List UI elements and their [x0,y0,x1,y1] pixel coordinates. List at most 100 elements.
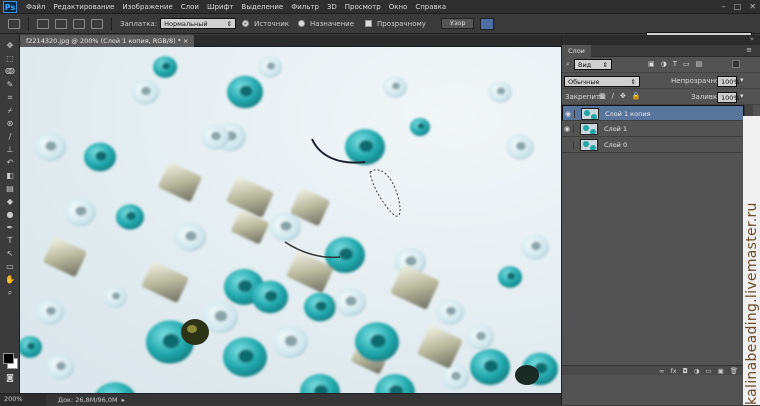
shape-tool-icon[interactable]: ▭ [4,262,16,272]
status-arrow-icon[interactable]: ▸ [122,396,125,404]
eye-icon[interactable]: ◉ [565,110,575,118]
destination-label: Назначение [310,19,355,28]
panel-menu-icon[interactable]: ≡ [746,46,752,54]
foreground-color-swatch[interactable] [3,353,14,364]
filter-icons[interactable]: ▣◑T▭▤ [648,60,708,68]
kind-select[interactable]: Вид ⇕ [574,59,612,70]
divider [111,16,112,31]
image-canvas[interactable] [20,47,561,393]
menu-item-0[interactable]: Файл [22,0,49,14]
eraser-icon[interactable]: ◧ [4,171,16,181]
photoshop-logo: Ps [3,1,17,13]
layer-thumbnail [580,139,598,151]
chevron-down-icon: ⇕ [226,19,233,28]
window-controls: – □ ✕ [722,2,756,11]
folder-icon[interactable]: ▭ [705,367,711,375]
search-icon: ⌕ [566,60,570,68]
gradient-icon[interactable]: ▤ [4,184,16,194]
opacity-value: 100% [721,77,740,86]
hand-tool-icon[interactable]: ✋ [4,275,16,285]
source-radio[interactable] [242,20,250,27]
layers-list: ◉ Слой 1 копия ◉ Слой 1 Слой 0 [562,105,760,379]
destination-radio[interactable] [298,20,306,27]
menu-item-1[interactable]: Редактирование [49,0,118,14]
lock-icons[interactable]: ▦∕✥🔒 [599,92,647,100]
filter-toggle-icon[interactable] [732,60,740,68]
eye-hidden-icon[interactable] [564,141,574,149]
blend-mode-select[interactable]: Обычные ⇕ [564,76,640,87]
new-selection-icon[interactable] [37,18,49,29]
opacity-input[interactable]: 100% [717,76,740,87]
zoom-tool-icon[interactable]: ⌕ [4,288,16,298]
eye-icon[interactable]: ◉ [564,125,574,133]
filter-row: ⌕ Вид ⇕ ▣◑T▭▤ [562,57,760,73]
dodge-tool-icon[interactable]: ● [4,210,16,220]
new-layer-icon[interactable]: ▣ [718,367,724,375]
document-tab[interactable]: f2214320.jpg @ 200% (Слой 1 копия, RGB/8… [20,35,195,47]
path-select-icon[interactable]: ↖ [4,249,16,259]
move-tool-icon[interactable]: ✥ [4,41,16,51]
chevron-down-icon[interactable]: ▾ [740,92,744,100]
stamp-tool-icon[interactable]: ⊥ [4,145,16,155]
minimize-icon[interactable]: – [722,2,726,11]
menu-item-2[interactable]: Изображение [118,0,176,14]
menu-item-10[interactable]: Справка [411,0,450,14]
marquee-tool-icon[interactable]: ⬚ [4,54,16,64]
beads-photo [20,47,561,393]
kind-value: Вид [578,60,592,69]
fill-input[interactable]: 100% [717,92,740,103]
menu-item-4[interactable]: Шрифт [203,0,238,14]
type-tool-icon[interactable]: T [4,236,16,246]
add-selection-icon[interactable] [55,18,67,29]
watermark-text: kalinabeading.livemaster.ru [744,202,760,405]
patch-mode-select[interactable]: Нормальный ⇕ [160,18,237,29]
patch-tool-icon[interactable] [8,18,20,29]
fx-icon[interactable]: fx [670,367,676,375]
layer-name: Слой 1 копия [605,110,651,118]
menu-item-9[interactable]: Окно [385,0,412,14]
pattern-picker-icon[interactable] [480,17,495,30]
trash-icon[interactable]: 🗑 [730,367,738,375]
menu-item-7[interactable]: 3D [323,0,341,14]
patch-tool-icon[interactable]: ⊛ [4,119,16,129]
crop-tool-icon[interactable]: ⌗ [4,93,16,103]
maximize-icon[interactable]: □ [734,2,742,11]
layer-row[interactable]: ◉ Слой 1 копия [562,105,744,121]
brush-tool-icon[interactable]: ∕ [4,132,16,142]
layer-row[interactable]: Слой 0 [562,137,744,153]
menu-item-3[interactable]: Слои [177,0,203,14]
patch-mode-value: Нормальный [164,19,208,28]
chevron-down-icon[interactable]: ▾ [740,76,744,84]
layer-row[interactable]: ◉ Слой 1 [562,121,744,137]
transparent-label: Прозрачному [377,19,426,28]
link-icon[interactable]: ∞ [659,367,664,375]
menu-item-8[interactable]: Просмотр [341,0,385,14]
menu-item-5[interactable]: Выделение [238,0,288,14]
collapse-icon[interactable]: » [750,35,754,43]
eyedropper-icon[interactable]: ⌿ [4,106,16,116]
close-icon[interactable]: ✕ [749,2,756,11]
layer-name: Слой 0 [604,141,628,149]
tab-layers[interactable]: Слои [562,45,591,57]
mask-icon[interactable]: ◘ [683,367,688,375]
menu-list: Файл Редактирование Изображение Слои Шрифт Вы… [22,0,450,14]
lasso-tool-icon[interactable]: ↂ [4,67,16,77]
history-brush-icon[interactable]: ↶ [4,158,16,168]
intersect-selection-icon[interactable] [91,18,103,29]
pattern-button[interactable]: Узор [440,18,475,29]
pen-tool-icon[interactable]: ✒ [4,223,16,233]
quick-select-icon[interactable]: ✎ [4,80,16,90]
source-label: Источник [254,19,290,28]
transparent-checkbox[interactable] [365,20,373,27]
subtract-selection-icon[interactable] [73,18,85,29]
lock-row: Закрепить: ▦∕✥🔒 Заливка: 100% ▾ [562,89,760,105]
patch-label: Заплатка: [120,19,158,28]
quick-mask-icon[interactable]: ◙ [4,373,16,383]
zoom-level[interactable]: 200% [0,393,46,406]
menu-item-6[interactable]: Фильтр [287,0,323,14]
adjustment-icon[interactable]: ◑ [694,367,700,375]
chevron-down-icon: ⇕ [630,77,636,86]
blur-tool-icon[interactable]: ◆ [4,197,16,207]
layers-panel-footer: ∞ fx ◘ ◑ ▭ ▣ 🗑 [562,365,744,375]
close-icon[interactable]: × [183,37,188,45]
